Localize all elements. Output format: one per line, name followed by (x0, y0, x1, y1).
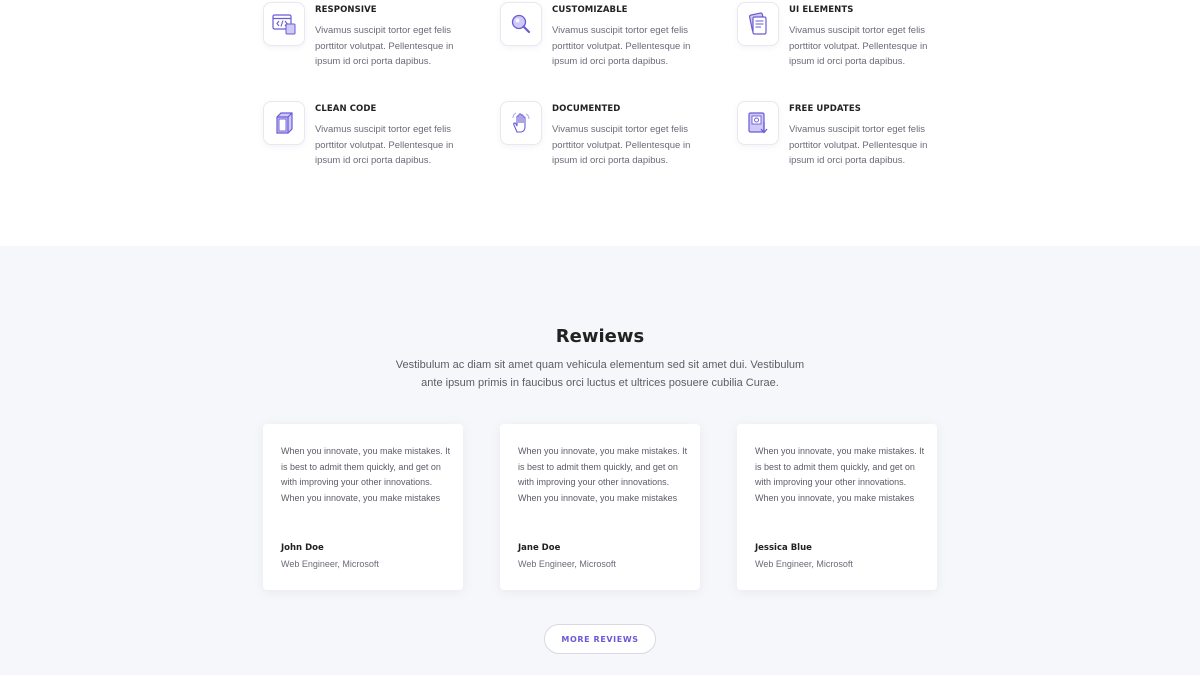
feature-title: DOCUMENTED (552, 104, 621, 114)
review-quote: When you innovate, you make mistakes. It… (281, 446, 451, 503)
feature-description: Vivamus suscipit tortor eget felis portt… (789, 124, 928, 166)
hand-gesture-icon (500, 101, 542, 145)
reviews-section: Rewiews Vestibulum ac diam sit amet quam… (0, 246, 1200, 675)
reviewer-role: Web Engineer, Microsoft (518, 559, 616, 569)
review-card: When you innovate, you make mistakes. It… (737, 424, 937, 590)
feature-clean-code: CLEAN CODE Vivamus suscipit tortor eget … (263, 101, 463, 181)
code-window-icon (263, 2, 305, 46)
reviewer-role: Web Engineer, Microsoft (281, 559, 379, 569)
feature-title: UI ELEMENTS (789, 5, 854, 15)
reviews-title: Rewiews (555, 326, 645, 347)
layers-icon (737, 2, 779, 46)
more-reviews-button[interactable]: MORE REVIEWS (544, 624, 656, 654)
feature-description: Vivamus suscipit tortor eget felis portt… (552, 124, 691, 166)
review-card: When you innovate, you make mistakes. It… (263, 424, 463, 590)
feature-title: FREE UPDATES (789, 104, 861, 114)
feature-documented: DOCUMENTED Vivamus suscipit tortor eget … (500, 101, 700, 181)
features-section: RESPONSIVE Vivamus suscipit tortor eget … (0, 0, 1200, 246)
review-card: When you innovate, you make mistakes. It… (500, 424, 700, 590)
review-quote: When you innovate, you make mistakes. It… (518, 446, 688, 503)
feature-title: CUSTOMIZABLE (552, 5, 628, 15)
feature-title: RESPONSIVE (315, 5, 377, 15)
feature-description: Vivamus suscipit tortor eget felis portt… (315, 25, 454, 67)
box-icon (263, 101, 305, 145)
feature-title: CLEAN CODE (315, 104, 377, 114)
feature-description: Vivamus suscipit tortor eget felis portt… (789, 25, 928, 67)
feature-responsive: RESPONSIVE Vivamus suscipit tortor eget … (263, 2, 463, 82)
feature-free-updates: FREE UPDATES Vivamus suscipit tortor ege… (737, 101, 937, 181)
reviewer-name: John Doe (281, 543, 324, 553)
reviewer-name: Jessica Blue (755, 543, 812, 553)
feature-ui-elements: UI ELEMENTS Vivamus suscipit tortor eget… (737, 2, 937, 82)
magnifier-icon (500, 2, 542, 46)
reviewer-role: Web Engineer, Microsoft (755, 559, 853, 569)
feature-description: Vivamus suscipit tortor eget felis portt… (315, 124, 454, 166)
download-document-icon (737, 101, 779, 145)
feature-description: Vivamus suscipit tortor eget felis portt… (552, 25, 691, 67)
review-quote: When you innovate, you make mistakes. It… (755, 446, 925, 503)
reviews-subtitle: Vestibulum ac diam sit amet quam vehicul… (395, 359, 805, 389)
reviewer-name: Jane Doe (518, 543, 561, 553)
feature-customizable: CUSTOMIZABLE Vivamus suscipit tortor ege… (500, 2, 700, 82)
